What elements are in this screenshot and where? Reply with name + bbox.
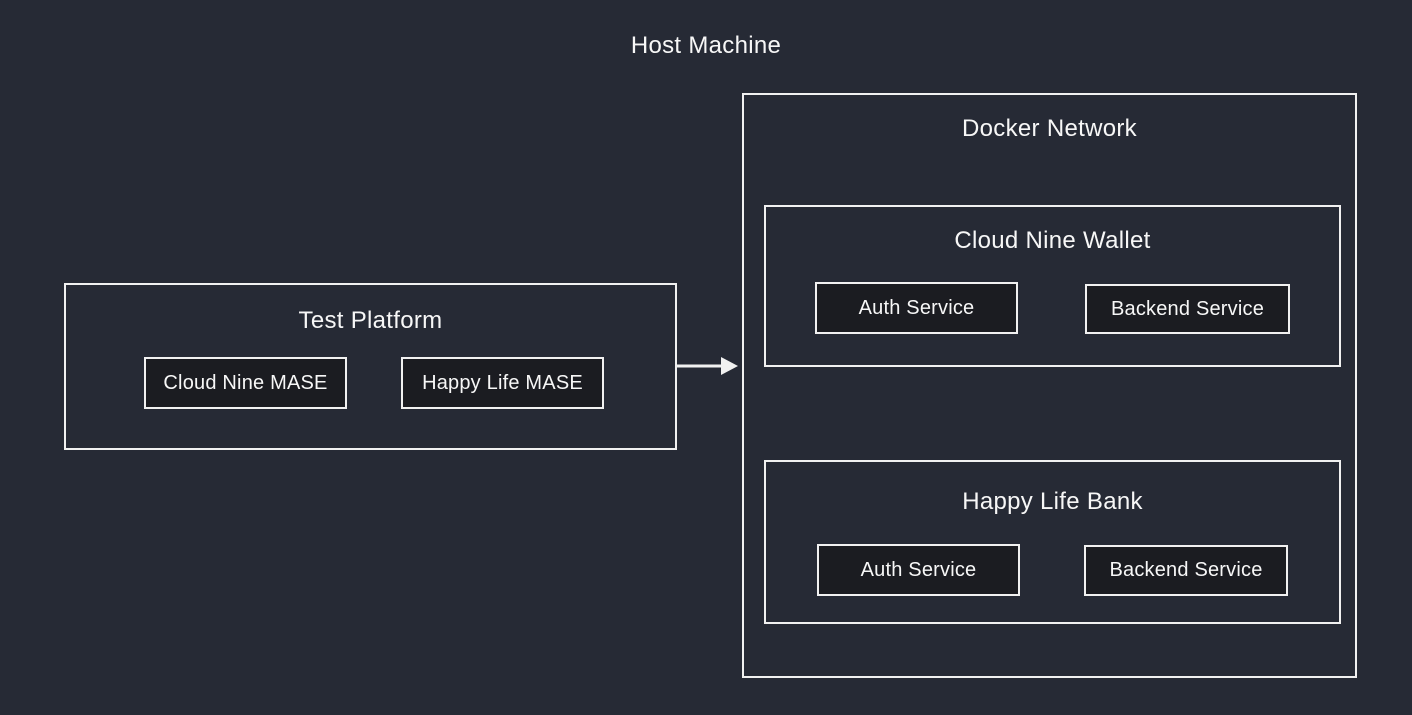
happy-life-bank-backend-service-label: Backend Service <box>1109 559 1262 582</box>
test-platform-title: Test Platform <box>66 307 675 335</box>
docker-network-title: Docker Network <box>744 115 1355 143</box>
happy-life-bank-auth-service-label: Auth Service <box>861 559 977 582</box>
docker-network-box: Docker Network Cloud Nine Wallet Auth Se… <box>742 93 1357 678</box>
test-platform-box: Test Platform Cloud Nine MASE Happy Life… <box>64 283 677 450</box>
node-cloud-nine-mase-label: Cloud Nine MASE <box>163 372 327 395</box>
node-happy-life-mase: Happy Life MASE <box>401 357 604 409</box>
cloud-nine-wallet-auth-service-label: Auth Service <box>859 297 975 320</box>
cloud-nine-wallet-auth-service-node: Auth Service <box>815 282 1018 334</box>
diagram-canvas: Host Machine Test Platform Cloud Nine MA… <box>0 0 1412 715</box>
cloud-nine-wallet-box: Cloud Nine Wallet Auth Service Backend S… <box>764 205 1341 367</box>
arrow-test-platform-to-docker-network-icon <box>677 354 743 378</box>
node-happy-life-mase-label: Happy Life MASE <box>422 372 583 395</box>
happy-life-bank-box: Happy Life Bank Auth Service Backend Ser… <box>764 460 1341 624</box>
host-machine-label: Host Machine <box>0 32 1412 60</box>
node-cloud-nine-mase: Cloud Nine MASE <box>144 357 347 409</box>
cloud-nine-wallet-backend-service-node: Backend Service <box>1085 284 1290 334</box>
cloud-nine-wallet-backend-service-label: Backend Service <box>1111 298 1264 321</box>
happy-life-bank-auth-service-node: Auth Service <box>817 544 1020 596</box>
cloud-nine-wallet-title: Cloud Nine Wallet <box>766 227 1339 255</box>
happy-life-bank-title: Happy Life Bank <box>766 488 1339 516</box>
happy-life-bank-backend-service-node: Backend Service <box>1084 545 1288 596</box>
